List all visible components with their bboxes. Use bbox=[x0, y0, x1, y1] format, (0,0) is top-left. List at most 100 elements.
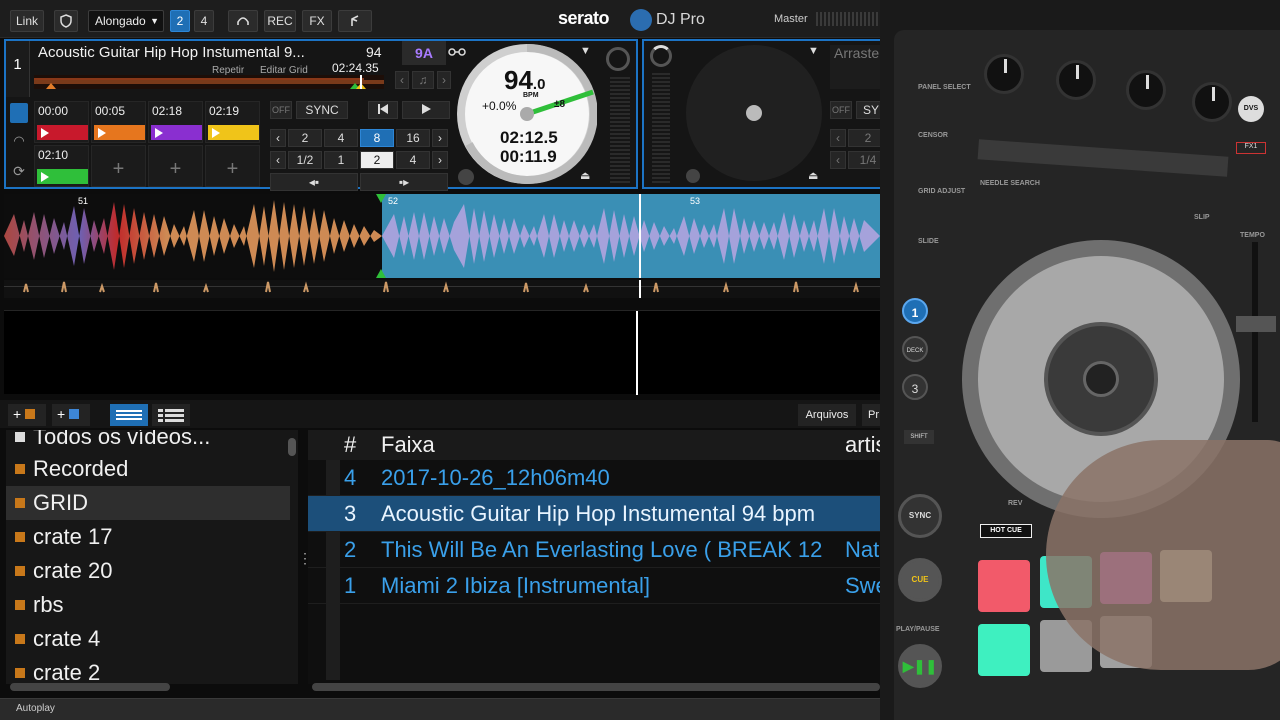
link-button[interactable]: Link bbox=[10, 10, 44, 32]
gain-knob[interactable] bbox=[606, 47, 630, 71]
serato-logo: serato bbox=[558, 8, 610, 28]
tempo-label: TEMPO bbox=[1240, 232, 1265, 239]
cue-point-5[interactable]: 02:10 bbox=[34, 145, 89, 187]
track-overview[interactable] bbox=[34, 75, 384, 89]
col-artist[interactable]: artis bbox=[845, 430, 880, 460]
deck-2-settings-icon[interactable] bbox=[686, 169, 700, 183]
deck-2-sync-button[interactable]: SY bbox=[856, 101, 880, 119]
crate-item-grid[interactable]: GRID bbox=[6, 486, 290, 520]
loop-2[interactable]: 2 bbox=[288, 129, 322, 147]
autoloop-double-arrow[interactable]: › bbox=[432, 151, 448, 169]
loop-16[interactable]: 16 bbox=[396, 129, 430, 147]
crate-h-scrollbar[interactable] bbox=[10, 683, 170, 691]
music-note-icon: ♫ bbox=[412, 71, 434, 89]
crate-item-crate-2[interactable]: crate 2 bbox=[6, 656, 290, 684]
crate-icon bbox=[15, 532, 25, 542]
crate-item-rbs[interactable]: rbs bbox=[6, 588, 290, 622]
eject-icon[interactable]: ⏏ bbox=[580, 169, 590, 182]
autoloop-2[interactable]: 2 bbox=[360, 151, 394, 169]
controller-photo: PANEL SELECT CENSOR GRID ADJUST SLIDE NE… bbox=[880, 0, 1280, 720]
prev-track-arrow[interactable]: ‹ bbox=[395, 71, 409, 89]
cue-point-7-empty[interactable]: + bbox=[148, 145, 203, 187]
sidebar-resize-handle[interactable]: ⋮ bbox=[298, 550, 312, 574]
cue-point-4[interactable]: 02:19 bbox=[205, 101, 260, 143]
autoloop-half[interactable]: 1/2 bbox=[288, 151, 322, 169]
crate-label: GRID bbox=[33, 490, 88, 515]
two-deck-button[interactable]: 2 bbox=[170, 10, 190, 32]
beatjump-back-button[interactable]: ◂▪ bbox=[270, 173, 358, 191]
cue-point-1[interactable]: 00:00 bbox=[34, 101, 89, 143]
loop-8[interactable]: 8 bbox=[360, 129, 394, 147]
platter-bpm-decimal: .0 bbox=[532, 76, 546, 93]
crate-item-crate-17[interactable]: crate 17 bbox=[6, 520, 290, 554]
deck-2-gain-knob[interactable] bbox=[650, 45, 672, 67]
track-row[interactable]: 2 This Will Be An Everlasting Love ( BRE… bbox=[308, 532, 880, 568]
deck-2-eject-icon[interactable]: ⏏ bbox=[808, 169, 818, 182]
autoloop-1[interactable]: 1 bbox=[324, 151, 358, 169]
loop-4[interactable]: 4 bbox=[324, 129, 358, 147]
platter-settings-icon[interactable] bbox=[458, 169, 474, 185]
deck-2-loop-halve[interactable]: ‹ bbox=[830, 129, 846, 147]
autoloop-4[interactable]: 4 bbox=[396, 151, 430, 169]
performer-hand bbox=[1046, 440, 1280, 670]
cue-point-3-time: 02:18 bbox=[152, 104, 183, 118]
midi-button[interactable] bbox=[338, 10, 372, 32]
detail-view-button[interactable] bbox=[152, 404, 190, 426]
crate-item-recorded[interactable]: Recorded bbox=[6, 452, 290, 486]
headphone-cue-icon[interactable]: ◠ bbox=[10, 133, 28, 151]
track-row[interactable]: 4 2017-10-26_12h06m40 bbox=[308, 460, 880, 496]
play-pause-label: PLAY/PAUSE bbox=[896, 626, 940, 633]
deck-2-loop-2[interactable]: 2 bbox=[848, 129, 880, 147]
loop-icon[interactable]: ⟳ bbox=[10, 163, 28, 181]
crate-scrollbar[interactable] bbox=[288, 438, 296, 456]
crate-item-all-videos[interactable]: Todos os vídeos... bbox=[6, 430, 290, 454]
list-view-button[interactable] bbox=[110, 404, 148, 426]
filter-knob-2 bbox=[1056, 60, 1096, 100]
hotcue-mode-icon[interactable] bbox=[10, 103, 28, 123]
main-waveform[interactable]: 51 52 53 bbox=[4, 194, 880, 278]
add-crate-button[interactable]: + bbox=[8, 404, 46, 426]
track-row[interactable]: 1 Miami 2 Ibiza [Instrumental] Swe bbox=[308, 568, 880, 604]
chevron-down-icon: ▼ bbox=[150, 16, 159, 26]
track-h-scrollbar[interactable] bbox=[312, 683, 880, 691]
loop-double-arrow[interactable]: › bbox=[432, 129, 448, 147]
deck-mode-select[interactable]: Alongado ▼ bbox=[88, 10, 164, 32]
deck-2-autoloop-quarter[interactable]: 1/4 bbox=[848, 151, 880, 169]
beatjump-forward-button[interactable]: ▪▸ bbox=[360, 173, 448, 191]
fx-button[interactable]: FX bbox=[302, 10, 332, 32]
autoloop-halve-arrow[interactable]: ‹ bbox=[270, 151, 286, 169]
col-number[interactable]: # bbox=[344, 430, 356, 460]
crate-icon bbox=[15, 668, 25, 678]
cue-point-3[interactable]: 02:18 bbox=[148, 101, 203, 143]
censor-label: CENSOR bbox=[918, 132, 948, 139]
sync-off-button[interactable]: OFF bbox=[270, 101, 292, 119]
crate-label: rbs bbox=[33, 592, 64, 617]
master-level-meter bbox=[816, 12, 880, 26]
crate-item-crate-4[interactable]: crate 4 bbox=[6, 622, 290, 656]
deck-2-platter[interactable] bbox=[686, 45, 822, 181]
autoplay-toggle[interactable]: Autoplay bbox=[16, 703, 55, 714]
files-button[interactable]: Arquivos bbox=[798, 404, 856, 426]
play-pause-hardware-button: ▶❚❚ bbox=[898, 644, 942, 688]
deck-2-autoloop-halve[interactable]: ‹ bbox=[830, 151, 846, 169]
sync-button[interactable]: SYNC bbox=[296, 101, 348, 119]
cue-point-2[interactable]: 00:05 bbox=[91, 101, 146, 143]
prev-button[interactable] bbox=[368, 101, 398, 119]
col-track[interactable]: Faixa bbox=[381, 430, 435, 460]
shield-button[interactable] bbox=[54, 10, 78, 32]
cue-point-8-empty[interactable]: + bbox=[205, 145, 260, 187]
deck-2-sync-off[interactable]: OFF bbox=[830, 101, 852, 119]
crate-item-crate-20[interactable]: crate 20 bbox=[6, 554, 290, 588]
headphones-button[interactable] bbox=[228, 10, 258, 32]
track-row-selected[interactable]: 3 Acoustic Guitar Hip Hop Instumental 94… bbox=[308, 496, 880, 532]
prepare-button[interactable]: Pr bbox=[862, 404, 880, 426]
deck-2-menu-icon[interactable]: ▼ bbox=[808, 45, 819, 57]
cue-point-6-empty[interactable]: + bbox=[91, 145, 146, 187]
play-button[interactable] bbox=[402, 101, 450, 119]
four-deck-button[interactable]: 4 bbox=[194, 10, 214, 32]
loop-halve-arrow[interactable]: ‹ bbox=[270, 129, 286, 147]
deck-menu-icon[interactable]: ▼ bbox=[580, 45, 591, 57]
next-track-arrow[interactable]: › bbox=[437, 71, 451, 89]
add-smart-crate-button[interactable]: + bbox=[52, 404, 90, 426]
rec-button[interactable]: REC bbox=[264, 10, 296, 32]
